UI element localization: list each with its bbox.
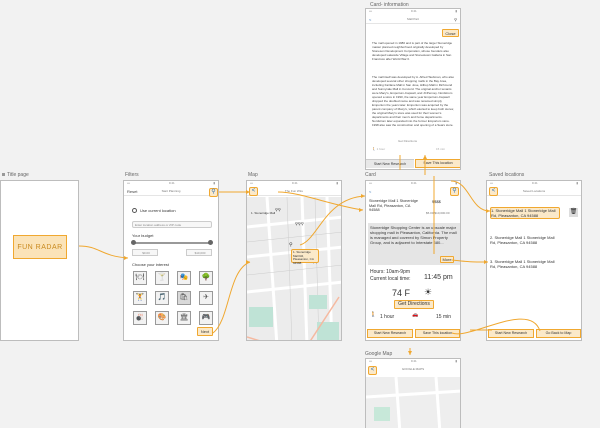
card-address: Stoneridge Mall 1 Stoneridge Mall Rd, Pl… — [369, 199, 418, 213]
map-pin-label[interactable]: 1. Stoneridge Mall — [251, 211, 275, 216]
map-screen: •••9:41▮ < The Fun Wire < 1. Stoneridge … — [246, 180, 342, 341]
more-button[interactable]: More — [440, 256, 454, 263]
use-location-row[interactable]: Use current location — [132, 208, 176, 214]
saved-item-2[interactable]: 2. Stoneridge Mall 1 Stoneridge Mall Rd,… — [490, 235, 560, 245]
category-icon[interactable]: 🎮 — [199, 311, 213, 325]
card-description-box: Stoneridge Shopping Center is an upscale… — [368, 223, 460, 265]
back-arrow-icon[interactable]: < — [369, 17, 371, 22]
address-input[interactable]: Enter location address or ZIP code — [132, 221, 212, 228]
get-directions-button[interactable]: Get Directions — [394, 300, 434, 309]
next-button[interactable]: Next — [197, 327, 213, 336]
category-icon[interactable]: 🌳 — [199, 271, 213, 285]
card-rating: $$$$ — [432, 199, 441, 204]
category-icon[interactable]: 🍸 — [155, 271, 169, 285]
walk-icon: 🚶 — [370, 312, 377, 318]
saved-item-1[interactable]: 1. Stoneridge Mall 1 Stoneridge Mall Rd,… — [490, 207, 560, 219]
back-to-map-button[interactable]: Go Back to Map — [536, 329, 581, 338]
card-walk-time: 1 hour — [380, 314, 395, 320]
trash-icon[interactable]: 🗑 — [569, 208, 578, 217]
category-grid: 🍽 🍸 🎭 🌳 🏋 🎵 🛍 ✈ 🎳 🎨 🏛 🎮 — [133, 271, 213, 325]
map-callout[interactable]: 1. Stoneridge Mall Rd, Pleasanton, CA 94… — [291, 249, 319, 265]
slider-max-handle[interactable] — [208, 240, 213, 245]
map-pin-icon[interactable]: ⚲ — [289, 243, 293, 248]
info-title: Mall Part — [407, 16, 419, 21]
google-back-button[interactable]: < — [368, 366, 377, 375]
label-saved-locations: Saved locations — [489, 172, 525, 178]
card-screen: ••• 9:41 ▮ < ⚲ Stoneridge Mall 1 Stoneridg… — [365, 180, 461, 341]
info-walk-time: 🚶 1 hour — [372, 147, 386, 151]
filters-title: Start Planning — [161, 188, 181, 193]
card-temperature: 74 F — [392, 288, 411, 298]
category-icon[interactable]: 🏋 — [133, 291, 147, 305]
label-title-page: Title page — [2, 172, 29, 178]
car-icon: 🚗 — [412, 312, 419, 318]
card-price: $5.00-$10,000.00 — [426, 211, 450, 215]
category-icon[interactable]: 🛍 — [177, 291, 191, 305]
budget-min-field[interactable]: $0.00 — [132, 249, 158, 256]
title-screen: FUN RADAR — [0, 180, 79, 341]
card-drive-time: 15 min — [436, 314, 452, 320]
label-google-map: Google Map — [365, 351, 393, 357]
label-filters: Filters — [125, 172, 139, 178]
save-location-button[interactable]: Save This location — [415, 329, 460, 338]
saved-locations-screen: •••9:41▮ < Saved Locations < 1. Stonerid… — [486, 180, 582, 341]
close-button[interactable]: Close — [442, 29, 459, 37]
filters-screen: ••• 9:41 ▮ Reset Start Planning ⚲ Use curr… — [123, 180, 219, 341]
card-information-screen: ••• 9:41 ▮ < Mall Part ⚲ Close The mall op… — [365, 8, 461, 170]
card-local-time-label: Current local time: — [370, 276, 411, 282]
saved-title: Saved Locations — [522, 188, 546, 193]
info-drive-time: 15 min — [436, 147, 446, 151]
category-icon[interactable]: ✈ — [199, 291, 213, 305]
map-pin-icon[interactable]: ⚲⚲ — [275, 207, 281, 212]
location-pin-icon[interactable]: ⚲ — [209, 188, 218, 197]
map-back-button[interactable]: < — [249, 187, 258, 196]
label-card: Card — [365, 172, 376, 178]
info-directions[interactable]: Get Directions — [398, 139, 417, 144]
info-save-button[interactable]: Save This location — [415, 159, 460, 168]
card-hours: Hours: 10am-9pm — [370, 269, 411, 275]
back-arrow-icon[interactable]: < — [369, 189, 371, 194]
fun-radar-logo[interactable]: FUN RADAR — [13, 235, 67, 259]
budget-max-field[interactable]: $10,000 — [186, 249, 212, 256]
radio-icon[interactable] — [132, 208, 137, 214]
saved-start-new-button[interactable]: Start New Research — [488, 329, 534, 338]
category-icon[interactable]: 🎵 — [155, 291, 169, 305]
card-local-time: 11:45 pm — [424, 274, 453, 281]
label-map: Map — [248, 172, 258, 178]
card-description: Stoneridge Shopping Center is an upscale… — [370, 225, 457, 245]
saved-back-button[interactable]: < — [489, 187, 498, 196]
reset-button[interactable]: Reset — [127, 189, 137, 194]
google-map-screen: ••• 9:41 ▮ GOOGLE MAPS < — [365, 358, 461, 428]
category-icon[interactable]: 🎭 — [177, 271, 191, 285]
info-paragraph-1: The mall opened in 1980 and is part of t… — [372, 41, 453, 61]
map-graphic — [247, 196, 341, 340]
start-new-research-button[interactable]: Start New Research — [367, 329, 413, 338]
info-start-new-button[interactable]: Start New Research — [366, 159, 414, 168]
map-title: The Fun Wire — [284, 188, 304, 193]
info-paragraph-2: The mall itself was developed by A. Alfr… — [372, 75, 454, 127]
category-icon[interactable]: 🎳 — [133, 311, 147, 325]
budget-label: Your budget — [132, 233, 154, 238]
category-icon[interactable]: 🍽 — [133, 271, 147, 285]
map-pin-icon[interactable]: ⚲⚲⚲ — [295, 221, 304, 226]
saved-item-3[interactable]: 3. Stoneridge Mall 1 Stoneridge Mall Rd,… — [490, 259, 560, 269]
location-pin-icon[interactable]: ⚲ — [454, 17, 457, 22]
sun-icon: ☀ — [424, 287, 433, 297]
google-map-view[interactable] — [366, 377, 461, 428]
interest-label: Choose your interest — [132, 262, 169, 267]
category-icon[interactable]: 🎨 — [155, 311, 169, 325]
google-map-title: GOOGLE MAPS — [401, 367, 425, 371]
budget-slider[interactable] — [131, 240, 213, 245]
category-icon[interactable]: 🏛 — [177, 311, 191, 325]
map-view[interactable] — [247, 196, 341, 340]
location-pin-icon[interactable]: ⚲ — [450, 187, 459, 196]
slider-min-handle[interactable] — [131, 240, 136, 245]
